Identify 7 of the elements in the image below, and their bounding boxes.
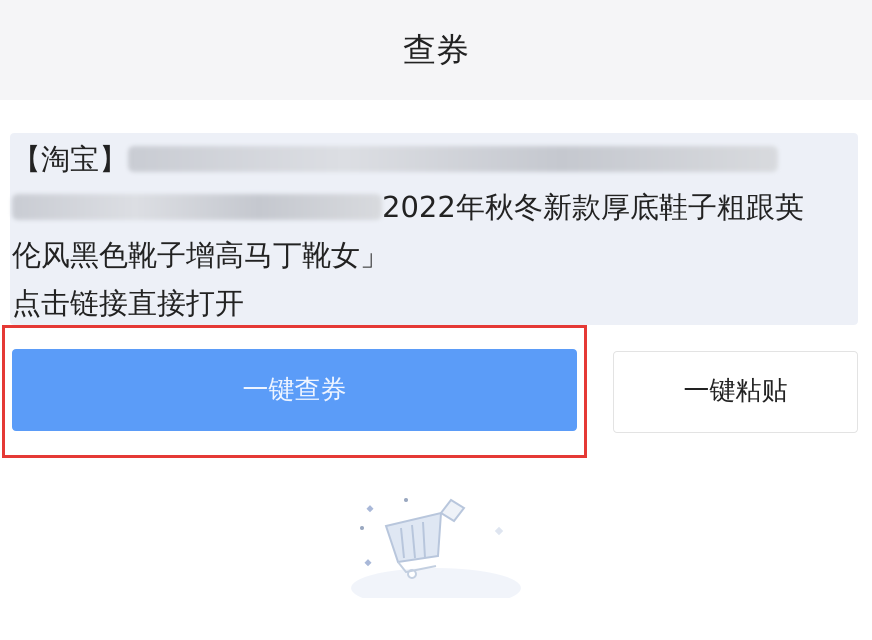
paste-button[interactable]: 一键粘贴: [613, 350, 858, 432]
pasted-text-line: 【淘宝】: [12, 141, 128, 178]
pasted-text-line: 2022年秋冬新款厚底鞋子粗跟英: [382, 189, 804, 226]
pasted-text-area[interactable]: 【淘宝】 2022年秋冬新款厚底鞋子粗跟英 伦风黑色靴子增高马丁靴女」 点击链接直接打开: [10, 133, 858, 325]
page-title: 查券: [403, 29, 469, 72]
pasted-text-line: 伦风黑色靴子增高马丁靴女」: [12, 237, 389, 274]
pasted-text-line: 点击链接直接打开: [12, 285, 244, 322]
